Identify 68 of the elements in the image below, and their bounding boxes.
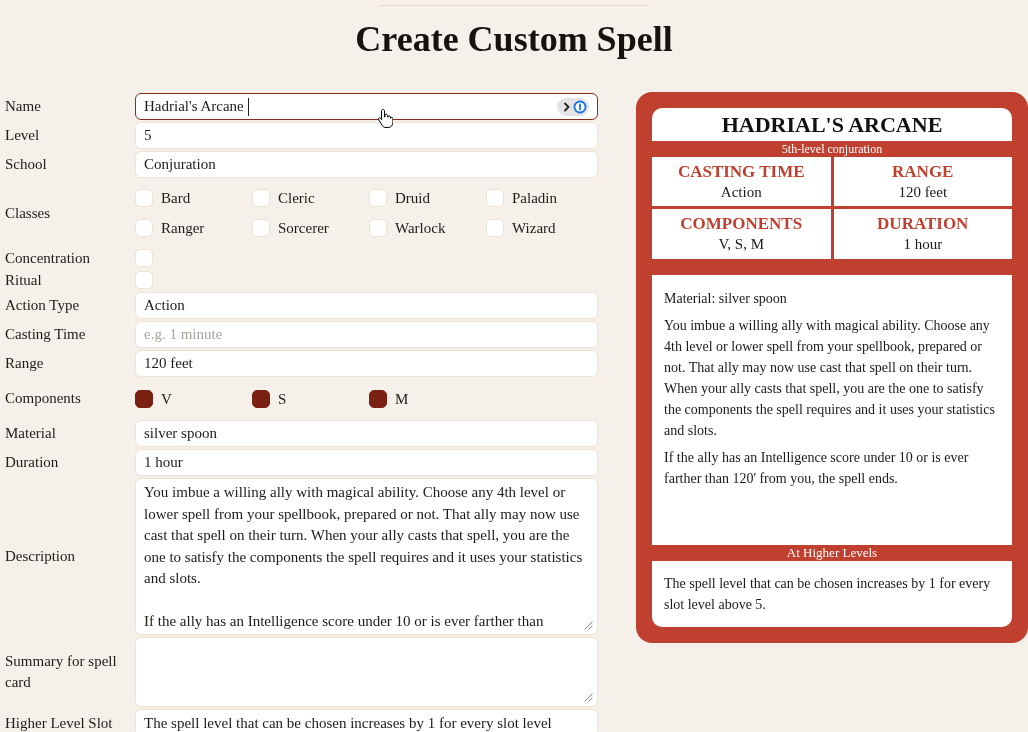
field-label: School — [5, 155, 47, 174]
stat-label: RANGE — [892, 161, 954, 182]
field-label: Level — [5, 126, 40, 145]
field-label: Duration — [5, 453, 59, 472]
checkbox-label[interactable]: Druid — [395, 189, 430, 207]
textarea-field[interactable]: The spell level that can be chosen increases by 1 for every slot level — [135, 709, 598, 732]
field-value: Conjuration — [144, 155, 216, 175]
card-paragraph: If the ally has an Intelligence score under 10 or is ever farther than 120' from you, the spell ends. — [664, 449, 970, 488]
field-label: Name — [5, 97, 41, 116]
text-field[interactable]: silver spoon — [135, 420, 598, 447]
field-label: Casting Time — [5, 325, 86, 344]
stat-value: Action — [720, 182, 762, 202]
field-label: Range — [5, 354, 44, 373]
hand-cursor-icon — [377, 108, 393, 128]
chevron-ring-icon[interactable] — [557, 97, 589, 116]
card-title: HADRIAL'S ARCANE — [652, 108, 1012, 141]
text-field[interactable]: 1 hour — [135, 449, 598, 476]
field-placeholder: e.g. 1 minute — [144, 325, 223, 345]
card-subtitle: 5th-level conjuration — [780, 141, 884, 157]
checkbox[interactable] — [135, 389, 153, 408]
field-value: 5 — [144, 126, 152, 146]
stat-value: V, S, M — [718, 235, 765, 254]
checkbox-label[interactable]: Paladin — [512, 189, 557, 207]
field-value: 120 feet — [144, 354, 193, 374]
stat-label: CASTING TIME — [677, 161, 805, 182]
checkbox[interactable] — [369, 389, 387, 408]
card-paragraph: The spell level that can be chosen increases by 1 for every slot level above 5. — [664, 575, 992, 614]
field-value: 1 hour — [144, 453, 183, 473]
checkbox-label[interactable]: Bard — [161, 189, 191, 207]
checkbox-label[interactable]: Ranger — [161, 219, 205, 237]
checkbox-label[interactable]: Cleric — [278, 189, 315, 207]
stat-label: DURATION — [877, 214, 969, 234]
field-label: Description — [5, 547, 75, 566]
card-paragraph: You imbue a willing ally with magical ability. Choose any 4th level or lower spell from your spellbook, prepared or not. That ally may now use cast that spell on their turn. When your ally casts that spell, you are the one to satisfy the components the spell requires and it uses your statistics and slots. — [664, 317, 996, 440]
stat-value: 1 hour — [903, 235, 943, 254]
field-label: Classes — [5, 203, 50, 223]
checkbox-label[interactable]: V — [161, 389, 172, 408]
resize-grip-icon[interactable] — [584, 621, 593, 630]
text-field[interactable]: Action — [135, 292, 598, 319]
field-label: Concentration — [5, 248, 90, 268]
text-field[interactable]: 120 feet — [135, 350, 598, 377]
checkbox-label[interactable]: S — [278, 389, 287, 408]
field-label: Components — [5, 389, 81, 408]
text-field[interactable]: 5 — [135, 122, 598, 149]
field-value: Hadrial's Arcane — [144, 97, 244, 117]
field-label: Material — [5, 424, 56, 443]
field-label: Ritual — [5, 270, 42, 290]
checkbox[interactable] — [252, 389, 270, 408]
card-section-heading: At Higher Levels — [785, 545, 879, 561]
stat-label: COMPONENTS — [680, 214, 803, 234]
checkbox-label[interactable]: Warlock — [395, 219, 446, 237]
field-label: Higher Level Slot — [5, 714, 113, 732]
text-field[interactable]: Conjuration — [135, 151, 598, 178]
field-label: Summary for spell card — [5, 652, 118, 692]
checkbox-label[interactable]: M — [395, 389, 409, 408]
textarea-field[interactable]: You imbue a willing ally with magical ability. Choose any 4th level or lower spell from your spellbook, prepared or not. That ally may now use cast that spell on their turn. When your ally casts that spell, you are the one to satisfy the components the spell requires and it uses your statistics and slots. If the ally has an Intelligence score under 10 or is ever farther than — [135, 478, 598, 635]
checkbox-label[interactable]: Sorcerer — [278, 219, 329, 237]
text-caret-icon — [247, 97, 249, 116]
card-paragraph: Material: silver spoon — [664, 290, 788, 308]
field-label: Action Type — [5, 296, 80, 315]
field-value: Action — [144, 296, 185, 316]
checkbox-label[interactable]: Wizard — [512, 219, 556, 237]
resize-grip-icon[interactable] — [584, 693, 593, 702]
stat-value: 120 feet — [898, 182, 948, 202]
textarea-field[interactable] — [135, 637, 598, 707]
text-field[interactable]: Hadrial's Arcane — [135, 93, 598, 120]
page-title: Create Custom Spell — [354, 18, 674, 61]
field-value: silver spoon — [144, 424, 217, 444]
